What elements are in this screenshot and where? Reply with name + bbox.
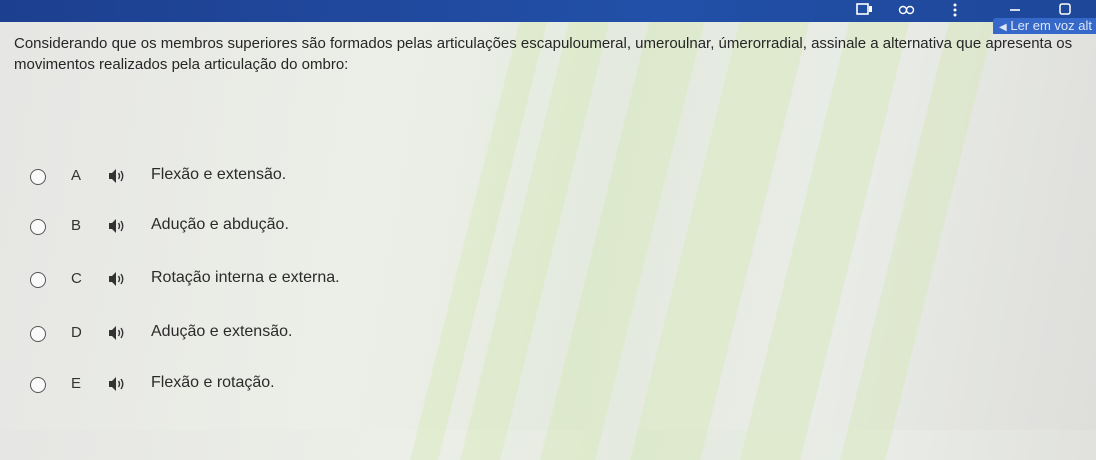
window-title-bar — [0, 0, 1096, 22]
option-b[interactable]: B Adução e abdução. — [24, 215, 624, 241]
option-e[interactable]: E Flexão e rotação. — [24, 373, 624, 399]
option-letter: A — [71, 167, 82, 184]
speaker-icon[interactable] — [108, 218, 126, 234]
read-aloud-label: Ler em voz alt — [1010, 18, 1092, 33]
option-letter: E — [71, 375, 82, 392]
radio-button[interactable] — [30, 272, 46, 288]
option-letter: D — [71, 324, 82, 341]
menu-icon[interactable] — [952, 2, 958, 22]
option-text: Adução e extensão. — [151, 323, 293, 340]
radio-button[interactable] — [30, 326, 46, 342]
question-text: Considerando que os membros superiores s… — [14, 35, 1073, 73]
option-c[interactable]: C Rotação interna e externa. — [24, 268, 624, 294]
option-text: Flexão e rotação. — [151, 374, 275, 391]
radio-button[interactable] — [30, 377, 46, 393]
speaker-icon[interactable] — [108, 271, 126, 287]
read-aloud-button[interactable]: ◀ Ler em voz alt — [993, 18, 1096, 34]
option-d[interactable]: D Adução e extensão. — [24, 322, 624, 348]
option-letter: C — [71, 270, 82, 287]
option-text: Flexão e extensão. — [151, 166, 287, 183]
extensions-icon[interactable] — [898, 2, 916, 20]
option-a[interactable]: A Flexão e extensão. — [24, 165, 624, 191]
speaker-icon[interactable] — [108, 376, 126, 392]
option-text: Rotação interna e externa. — [151, 269, 340, 286]
option-text: Adução e abdução. — [151, 216, 289, 233]
speaker-icon: ◀ — [999, 22, 1007, 33]
screenshot-icon[interactable] — [856, 2, 874, 20]
option-letter: B — [71, 217, 82, 234]
radio-button[interactable] — [30, 169, 46, 185]
speaker-icon[interactable] — [108, 325, 126, 341]
speaker-icon[interactable] — [108, 168, 126, 184]
radio-button[interactable] — [30, 219, 46, 235]
